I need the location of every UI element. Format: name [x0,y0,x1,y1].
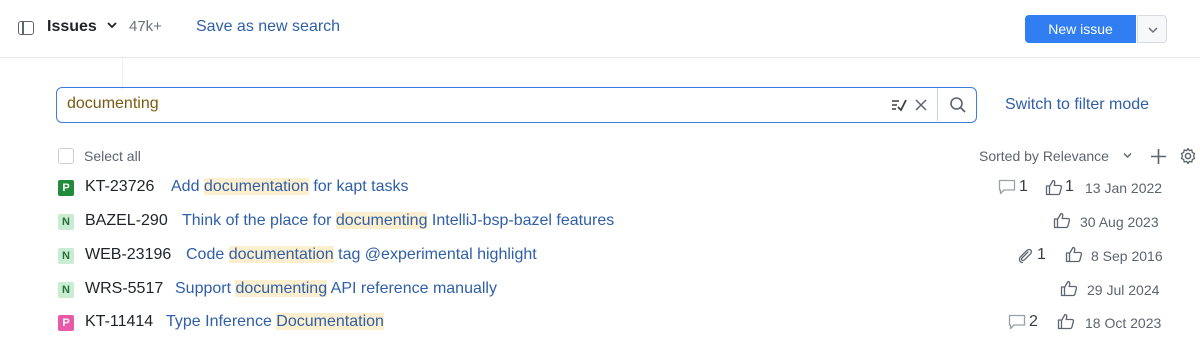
thumbs-up-icon [1045,179,1063,195]
issue-id[interactable]: KT-23726 [85,178,154,196]
table-row[interactable]: P KT-23726 Add documentation for kapt ta… [0,175,1200,203]
vote-count[interactable] [1060,280,1078,297]
chevron-down-icon[interactable] [1123,152,1132,159]
table-row[interactable]: N WEB-23196 Code documentation tag @expe… [0,243,1200,271]
sidebar-toggle-icon[interactable] [18,21,34,35]
table-row[interactable]: N BAZEL-290 Think of the place for docum… [0,209,1200,237]
search-box[interactable] [56,87,977,123]
priority-badge: N [58,248,74,264]
issue-date: 13 Jan 2022 [1085,180,1163,196]
issue-date: 18 Oct 2023 [1085,315,1162,331]
thumbs-up-icon [1053,212,1071,229]
search-icon [950,97,966,113]
comment-icon [1008,314,1026,330]
issue-date: 8 Sep 2016 [1091,248,1163,264]
close-icon[interactable] [915,99,927,111]
issue-summary-link[interactable]: Support documenting API reference manual… [175,280,497,298]
save-as-new-search-link[interactable]: Save as new search [196,18,340,36]
issue-id[interactable]: WRS-5517 [85,280,163,298]
plus-icon[interactable] [1150,148,1167,165]
priority-badge: N [58,214,74,230]
new-issue-button[interactable]: New issue [1025,15,1136,43]
vote-count[interactable]: 1 [1045,178,1074,196]
search-button[interactable] [937,88,977,121]
select-all-checkbox[interactable] [58,148,74,164]
issue-summary-link[interactable]: Code documentation tag @experimental hig… [186,246,537,264]
comment-count: 1 [998,178,1028,196]
table-row[interactable]: P KT-11414 Type Inference Documentation … [0,310,1200,338]
issue-summary-link[interactable]: Think of the place for documenting Intel… [182,212,614,230]
chevron-down-icon[interactable] [107,20,117,30]
attachment-count: 1 [1016,246,1046,264]
new-issue-dropdown-button[interactable] [1137,15,1167,43]
vote-count[interactable] [1057,313,1075,330]
priority-badge: P [58,180,74,196]
vote-count[interactable] [1053,212,1071,229]
search-input[interactable] [67,95,867,113]
thumbs-up-icon [1060,280,1078,297]
issue-date: 30 Aug 2023 [1080,214,1159,230]
divider [122,58,123,90]
table-row[interactable]: N WRS-5517 Support documenting API refer… [0,277,1200,305]
issue-summary-link[interactable]: Add documentation for kapt tasks [171,178,408,196]
issue-date: 29 Jul 2024 [1087,282,1160,298]
check-spelling-icon[interactable] [889,96,907,114]
priority-badge: N [58,282,74,298]
issue-count: 47k+ [129,18,162,35]
gear-icon[interactable] [1179,147,1197,165]
comment-icon [998,179,1016,195]
issue-id[interactable]: BAZEL-290 [85,212,168,230]
vote-count[interactable] [1065,246,1083,263]
issue-summary-link[interactable]: Type Inference Documentation [166,313,384,331]
thumbs-up-icon [1057,313,1075,330]
sort-selector[interactable]: Sorted by Relevance [979,148,1109,164]
issue-id[interactable]: WEB-23196 [85,246,171,264]
chevron-down-icon [1148,27,1158,34]
priority-badge: P [58,315,74,331]
page-title[interactable]: Issues [47,18,97,36]
top-bar: Issues 47k+ Save as new search New issue [0,0,1200,58]
switch-to-filter-mode-link[interactable]: Switch to filter mode [1005,96,1149,114]
thumbs-up-icon [1065,246,1083,263]
select-all-label[interactable]: Select all [84,148,141,164]
paperclip-icon [1018,248,1032,263]
issue-id[interactable]: KT-11414 [85,313,153,331]
comment-count: 2 [1008,313,1038,331]
